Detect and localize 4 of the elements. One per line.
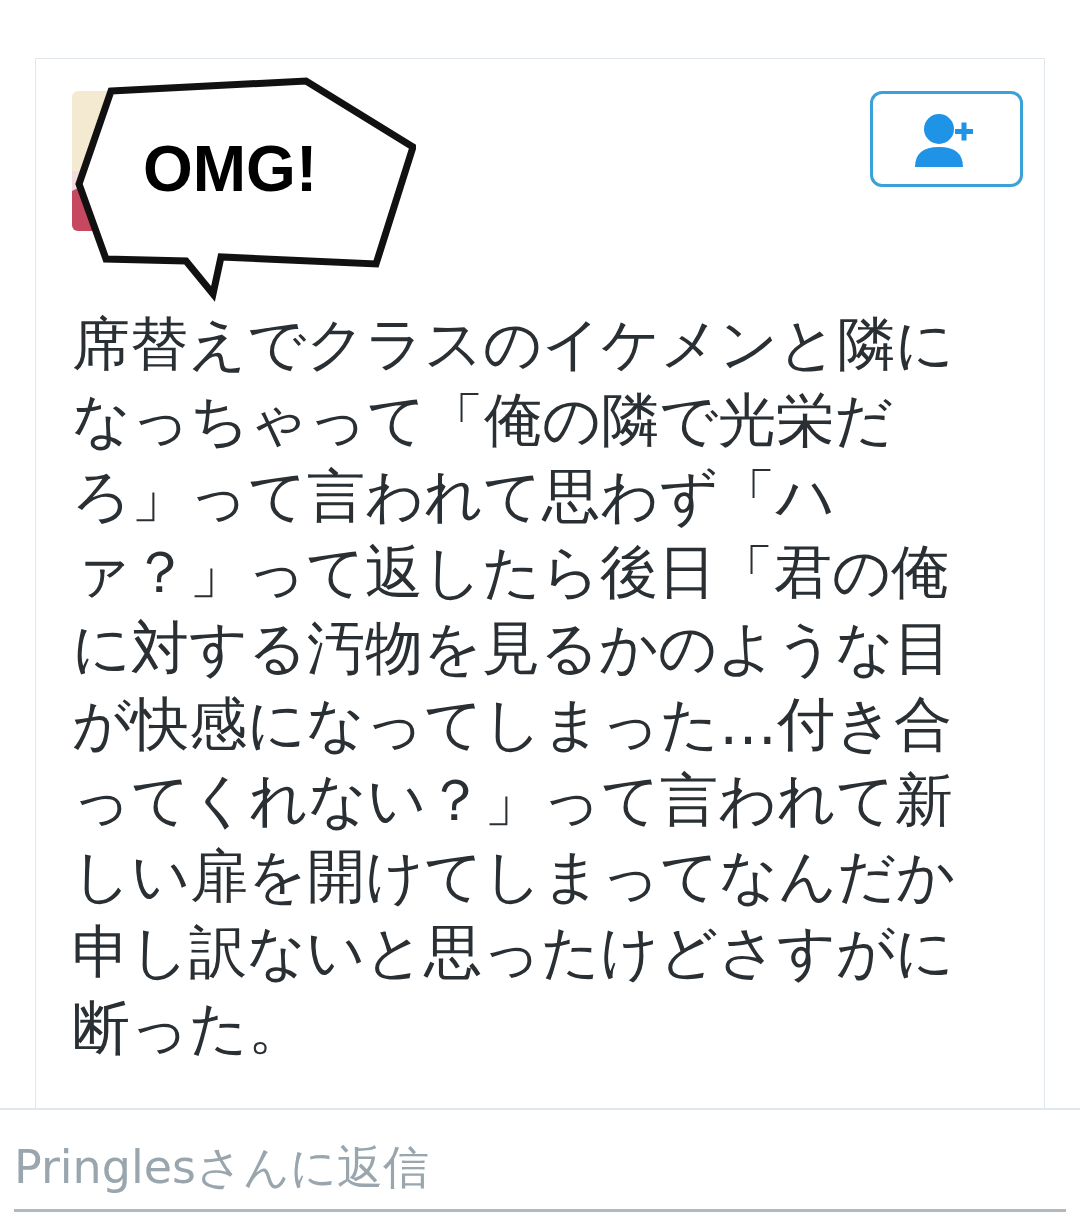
tweet-text: 席替えでクラスのイケメンと隣に なっちゃって「俺の隣で光栄だ ろ」って言われて思わず「ハ ァ？」って返したら後日「君の俺 に対する汚物を見るかのような目 が快感になってしまった…付き合 ってくれない？」って言われて新 しい扉を開けてしまってなんだか 申し訳ないと思ったけどさすがに 断った。 [72,309,955,1064]
reply-field[interactable]: Pringlesさんに返信 [14,1124,1066,1212]
follow-button[interactable] [870,91,1023,187]
bubble-text: OMG! [143,137,318,201]
